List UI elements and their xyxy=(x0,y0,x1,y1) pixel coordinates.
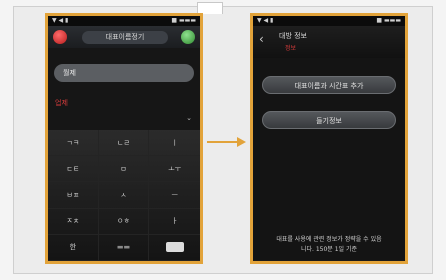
space-key[interactable]: ▬▬ xyxy=(98,234,150,261)
right-phone-screen: ▼ ◀ ▮ ■ ▬▬▬ ‹ 대방 정보 정보 대표이름과 시간표 추가 들기정보… xyxy=(250,13,408,264)
close-icon[interactable] xyxy=(53,30,67,44)
name-input[interactable]: 월제 xyxy=(54,64,194,82)
key-digeut[interactable]: ㄷㅌ xyxy=(48,156,99,183)
page-title: 대표이름정기 xyxy=(82,31,168,44)
add-schedule-button[interactable]: 대표이름과 시간표 추가 xyxy=(262,76,396,94)
key-eu[interactable]: ㅡ xyxy=(149,182,200,209)
korean-keyboard: ㄱㅋ ㄴㄹ ㅣ ㄷㅌ ㅁ ㅗㅜ ㅂㅍ ㅅ ㅡ ㅈㅊ ㅇㅎ ㅏ 한 ▬▬ xyxy=(48,130,200,261)
status-icons-left: ▼ ◀ ▮ xyxy=(52,17,69,24)
footer-note: 대표를 사용에 관련 정보가 정략을 수 있음 니다. 150분 1일 기준 xyxy=(253,232,405,258)
chevron-down-icon[interactable]: ⌄ xyxy=(186,114,192,122)
status-icons-left: ▼ ◀ ▮ xyxy=(257,17,274,24)
arrow-right-icon xyxy=(237,137,246,147)
key-giyeok[interactable]: ㄱㅋ xyxy=(48,130,99,157)
left-phone-screen: ▼ ◀ ▮ ■ ▬▬▬ 대표이름정기 월제 업제 ⌄ ㄱㅋ ㄴㄹ ㅣ ㄷㅌ ㅁ … xyxy=(45,13,203,264)
status-bar: ▼ ◀ ▮ ■ ▬▬▬ xyxy=(48,16,200,26)
confirm-icon[interactable] xyxy=(181,30,195,44)
key-mieum[interactable]: ㅁ xyxy=(98,156,150,183)
back-icon[interactable]: ‹ xyxy=(259,32,264,46)
key-language[interactable]: 한 xyxy=(48,234,99,261)
key-o-u[interactable]: ㅗㅜ xyxy=(149,156,200,183)
header-bar: ‹ 대방 정보 정보 xyxy=(253,26,405,58)
backspace-icon[interactable] xyxy=(149,235,200,261)
hint-label: 업제 xyxy=(55,99,68,107)
transition-arrow-line xyxy=(207,141,238,143)
key-siot[interactable]: ㅅ xyxy=(98,182,150,209)
status-icons-right: ■ ▬▬▬ xyxy=(376,17,401,24)
page-subtitle: 정보 xyxy=(285,45,297,52)
details-button[interactable]: 들기정보 xyxy=(262,111,396,129)
key-nieun[interactable]: ㄴㄹ xyxy=(98,130,150,157)
key-ieung[interactable]: ㅇㅎ xyxy=(98,208,150,235)
key-a[interactable]: ㅏ xyxy=(149,209,200,235)
status-icons-right: ■ ▬▬▬ xyxy=(171,17,196,24)
key-bieup[interactable]: ㅂㅍ xyxy=(48,182,99,209)
page-title: 대방 정보 xyxy=(279,32,307,40)
status-bar: ▼ ◀ ▮ ■ ▬▬▬ xyxy=(253,16,405,26)
footer-line-2: 니다. 150분 1일 기준 xyxy=(300,246,358,253)
content-area xyxy=(48,48,200,130)
footer-line-1: 대표를 사용에 관련 정보가 정략을 수 있음 xyxy=(276,236,382,243)
header-bar: 대표이름정기 xyxy=(48,26,200,48)
key-i[interactable]: ㅣ xyxy=(149,130,200,157)
key-jieut[interactable]: ㅈㅊ xyxy=(48,208,99,235)
